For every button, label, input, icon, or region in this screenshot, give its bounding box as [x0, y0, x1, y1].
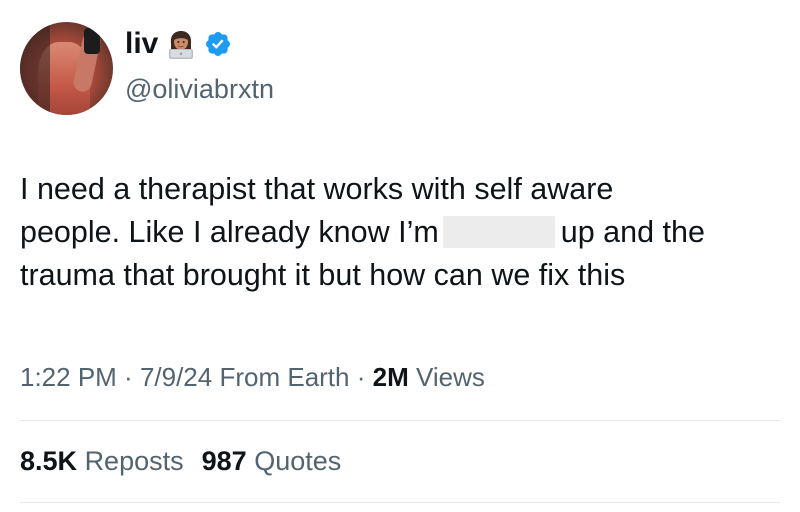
- meta-separator: ·: [349, 362, 373, 392]
- author-name-row: liv: [125, 26, 232, 62]
- avatar[interactable]: [20, 22, 113, 115]
- quotes-label: Quotes: [254, 446, 342, 476]
- tweet-line-3: trauma that brought it but how can we fi…: [20, 258, 626, 292]
- tweet-line-2-end: up and the: [560, 215, 705, 249]
- divider: [20, 420, 780, 421]
- meta-separator: ·: [116, 362, 140, 392]
- reposts-label: Reposts: [84, 446, 184, 476]
- reposts-link[interactable]: 8.5K Reposts: [20, 446, 184, 476]
- views-count: 2M: [372, 362, 409, 392]
- views-label: Views: [415, 362, 485, 392]
- tweet-metadata: 1:22 PM · 7/9/24 From Earth · 2M Views: [20, 360, 485, 394]
- tweet-line-1: I need a therapist that works with self …: [20, 172, 614, 206]
- avatar-shadow: [20, 22, 50, 115]
- post-date[interactable]: 7/9/24: [140, 362, 212, 392]
- tweet-text: I need a therapist that works with self …: [20, 168, 790, 297]
- quotes-count: 987: [201, 446, 247, 476]
- tweet-line-2: people. Like I already know I’m up and th…: [20, 211, 790, 254]
- woman-technologist-icon: [169, 31, 194, 59]
- tweet-card: liv @oliviabrxtn I need a therapist that…: [0, 0, 800, 512]
- username-handle[interactable]: @oliviabrxtn: [125, 72, 274, 106]
- tweet-line-2-start: people. Like I already know I’m: [20, 215, 439, 249]
- display-name[interactable]: liv: [125, 26, 158, 62]
- quotes-link[interactable]: 987 Quotes: [202, 446, 342, 476]
- avatar-phone: [84, 28, 100, 54]
- post-time[interactable]: 1:22 PM: [20, 362, 117, 392]
- post-source: From Earth: [219, 362, 350, 392]
- engagement-stats: 8.5K Reposts 987 Quotes: [20, 444, 341, 478]
- reposts-count: 8.5K: [20, 446, 78, 476]
- verified-badge-icon[interactable]: [204, 30, 232, 58]
- redacted-word: [442, 216, 555, 248]
- divider: [20, 502, 780, 503]
